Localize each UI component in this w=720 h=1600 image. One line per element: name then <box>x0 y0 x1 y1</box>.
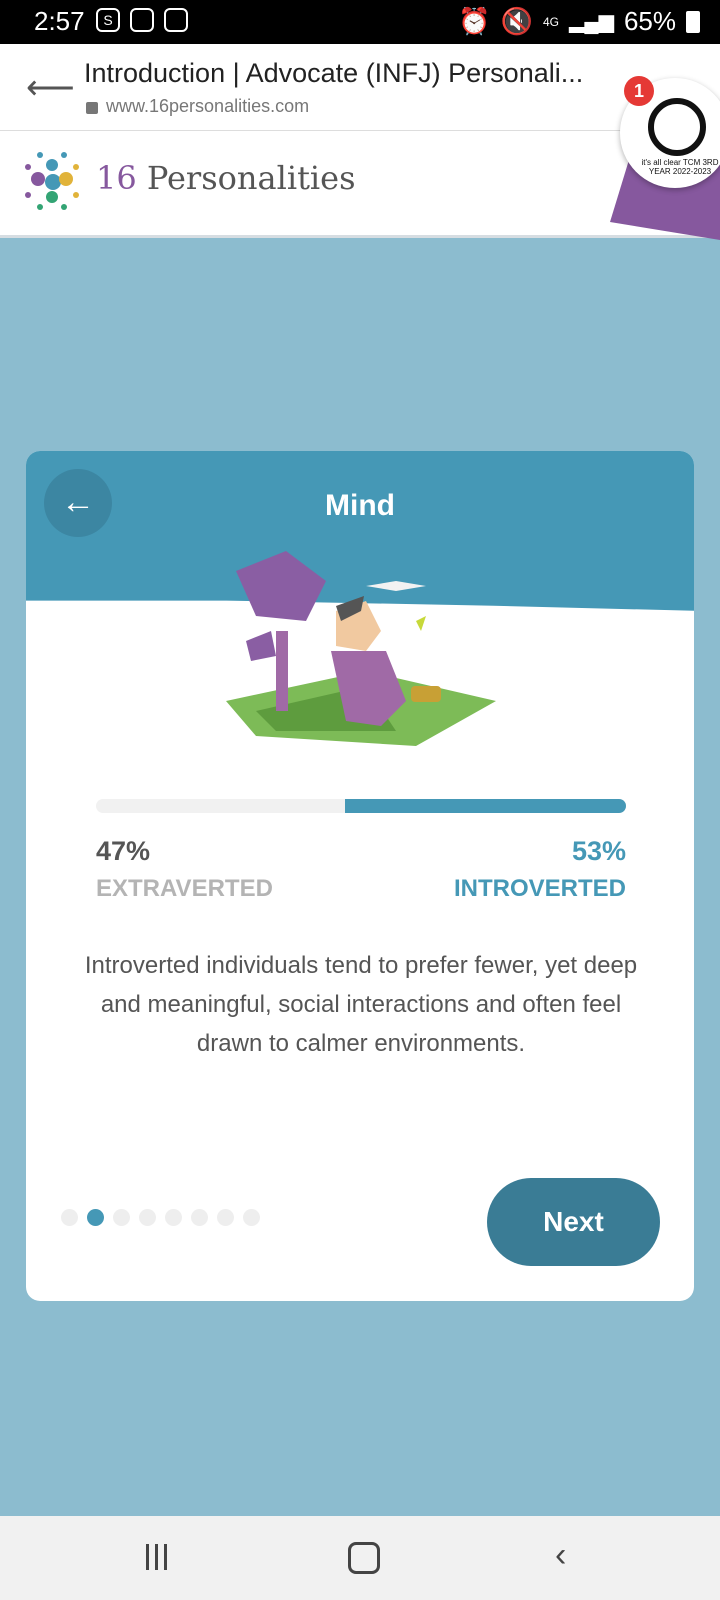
system-nav-bar: ‹ <box>0 1516 720 1600</box>
headphones-icon <box>648 98 706 156</box>
pager-dot[interactable] <box>139 1209 156 1226</box>
trait-card: ← Mind 47% 53% EXTRAVERTED INTROVERTED I… <box>26 451 694 1301</box>
status-notification-icons: S <box>96 8 188 32</box>
bubble-caption: it's all clear TCM 3RD YEAR 2022-2023 <box>641 158 719 176</box>
logo-icon[interactable] <box>18 147 88 217</box>
network-type: 4G <box>543 14 560 29</box>
status-time: 2:57 <box>34 6 85 36</box>
battery-percent: 65% <box>623 6 676 36</box>
site-logo[interactable]: 16 Personalities <box>96 159 356 197</box>
notification-badge: 1 <box>624 76 654 106</box>
url-text: www.16personalities.com <box>106 96 310 116</box>
system-back-button[interactable]: ‹ <box>555 1536 566 1575</box>
s-app-icon: S <box>96 8 120 32</box>
extraverted-label: EXTRAVERTED <box>96 875 273 902</box>
introvert-illustration <box>226 551 496 746</box>
lock-icon <box>86 101 98 114</box>
gallery-icon <box>130 8 154 32</box>
pager-dot[interactable] <box>165 1209 182 1226</box>
status-system-icons: ⏰ 🔇 4G ▂▄▆ 65% <box>458 6 700 37</box>
pager-dot[interactable] <box>61 1209 78 1226</box>
pager-dots[interactable] <box>61 1209 260 1226</box>
home-button[interactable] <box>348 1542 380 1574</box>
extraverted-percent: 47% <box>96 836 151 866</box>
page-title[interactable]: Introduction | Advocate (INFJ) Personali… <box>84 58 604 89</box>
battery-icon <box>686 10 700 33</box>
pager-dot[interactable] <box>113 1209 130 1226</box>
pager-dot[interactable] <box>217 1209 234 1226</box>
introverted-percent: 53% <box>571 836 626 866</box>
next-button[interactable]: Next <box>487 1178 660 1266</box>
introverted-fill <box>345 799 626 813</box>
pager-dot[interactable] <box>87 1209 104 1226</box>
mute-icon: 🔇 <box>500 6 533 36</box>
signal-icon: ▂▄▆ <box>569 11 614 33</box>
pager-dot[interactable] <box>191 1209 208 1226</box>
introverted-label: INTROVERTED <box>453 875 626 902</box>
url-bar[interactable]: www.16personalities.com <box>86 96 309 117</box>
browser-toolbar: ⟵ Introduction | Advocate (INFJ) Persona… <box>0 44 720 131</box>
status-bar: 2:57 S ⏰ 🔇 4G ▂▄▆ 65% <box>0 0 720 44</box>
recents-button[interactable] <box>146 1544 178 1570</box>
trait-progress-bar <box>96 799 626 813</box>
pager-dot[interactable] <box>243 1209 260 1226</box>
instagram-icon <box>164 8 188 32</box>
trait-description: Introverted individuals tend to prefer f… <box>84 952 638 1057</box>
card-title: Mind <box>325 489 395 522</box>
alarm-icon: ⏰ <box>458 6 491 36</box>
browser-back-button[interactable]: ⟵ <box>26 68 75 108</box>
